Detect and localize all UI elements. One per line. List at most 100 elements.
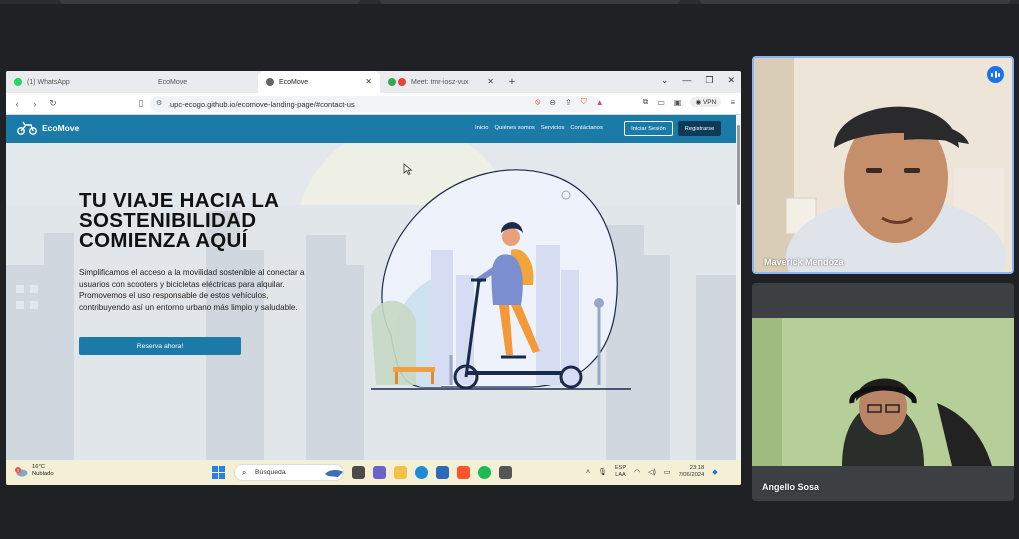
url-text: upc-ecogo.github.io/ecomove-landing-page… <box>170 99 355 109</box>
bookmark-icon[interactable]: ▯ <box>132 98 150 109</box>
participant-name: Angello Sosa <box>762 482 820 492</box>
ecomove-page: EcoMove Inicio Quiénes somos Servicios C… <box>6 115 736 460</box>
battery-icon[interactable]: ▭ <box>664 468 671 476</box>
speaking-indicator-icon <box>987 66 1004 83</box>
site-settings-icon[interactable]: ⚙ <box>156 99 162 107</box>
volume-icon[interactable]: ◁) <box>648 468 656 476</box>
search-icon: ⌕ <box>242 468 247 477</box>
window-controls: ⌄ — ❐ ✕ <box>661 75 735 86</box>
vpn-label: VPN <box>702 99 717 106</box>
lang-layout: LAA <box>615 472 626 478</box>
share-icon[interactable]: ⇪ <box>565 98 572 107</box>
blocked-icon[interactable]: ⦸ <box>535 97 540 107</box>
wallet-icon[interactable]: ▣ <box>674 98 682 107</box>
weather-widget[interactable]: 1 16°C Nublado <box>14 464 54 478</box>
participant-video <box>754 58 1012 272</box>
chevron-up-icon[interactable]: ˄ <box>586 469 590 476</box>
participant-video <box>752 283 1014 501</box>
filmstrip-tile[interactable] <box>380 0 680 4</box>
clock-time: 23:18 <box>689 465 705 471</box>
mouse-cursor-icon <box>403 163 413 175</box>
new-tab-button[interactable]: + <box>502 76 522 88</box>
search-placeholder: Búsqueda <box>255 469 286 476</box>
microphone-icon[interactable]: 🎙 <box>598 468 607 476</box>
scooter-logo-icon <box>17 121 37 135</box>
participant-tile-angello[interactable]: Angello Sosa <box>752 283 1014 501</box>
close-window-icon[interactable]: ✕ <box>727 75 735 86</box>
taskbar-clock[interactable]: 23:18 7/06/2024 <box>678 465 704 479</box>
taskbar-apps <box>352 466 512 479</box>
file-explorer-icon[interactable] <box>394 466 407 479</box>
store-icon[interactable] <box>436 466 449 479</box>
filmstrip-tile[interactable] <box>60 0 360 4</box>
edge-browser-icon[interactable] <box>415 466 428 479</box>
recording-icon <box>398 78 406 86</box>
hero-description: Simplificamos el acceso a la movilidad s… <box>79 268 305 312</box>
url-field[interactable]: ⚙ upc-ecogo.github.io/ecomove-landing-pa… <box>150 96 600 112</box>
system-tray: ˄ 🎙 ESP LAA ◠ ◁) ▭ 23:18 7/06/2024 ◆ <box>586 465 718 479</box>
nav-link-servicios[interactable]: Servicios <box>541 125 565 131</box>
reload-icon[interactable]: ↻ <box>44 98 62 109</box>
language-indicator[interactable]: ESP LAA <box>615 465 626 479</box>
close-tab-icon[interactable]: ✕ <box>487 77 494 86</box>
clock-date: 7/06/2024 <box>678 472 705 478</box>
back-icon[interactable]: ‹ <box>8 99 26 109</box>
notifications-icon[interactable]: ◆ <box>712 468 717 476</box>
vpn-button[interactable]: ◉ VPN <box>690 97 722 107</box>
tab-ecomove-active[interactable]: EcoMove ✕ <box>258 71 380 93</box>
shared-screen: (1) WhatsApp EcoMove EcoMove ✕ Meet: tmr… <box>6 71 741 485</box>
forward-icon[interactable]: › <box>26 99 44 109</box>
tab-label: EcoMove <box>158 78 188 86</box>
tab-label: (1) WhatsApp <box>27 78 70 86</box>
restore-icon[interactable]: ❐ <box>705 75 713 86</box>
weather-desc: Nublado <box>32 471 54 477</box>
site-nav-links: Inicio Quiénes somos Servicios Contáctan… <box>475 125 603 131</box>
whatsapp-icon <box>14 78 22 86</box>
tab-ecomove-1[interactable]: EcoMove <box>128 71 250 93</box>
hero-title: TU VIAJE HACIA LA SOSTENIBILIDAD COMIENZ… <box>79 189 279 252</box>
meet-icon <box>388 78 396 86</box>
close-tab-icon[interactable]: ✕ <box>365 77 372 86</box>
chat-app-icon[interactable] <box>373 466 386 479</box>
tab-whatsapp[interactable]: (1) WhatsApp <box>6 71 128 93</box>
brand-name: EcoMove <box>42 123 80 133</box>
participant-tile-maverick[interactable]: Maverick Mendoza <box>752 56 1014 274</box>
page-scrollbar[interactable] <box>736 115 741 460</box>
task-view-icon[interactable] <box>352 466 365 479</box>
scooter-rider-illustration <box>371 169 631 390</box>
tab-label: EcoMove <box>279 78 309 86</box>
brave-shield-icon[interactable]: ⛉ <box>581 97 587 107</box>
zoom-icon[interactable]: ⊖ <box>549 98 556 107</box>
sidebar-icon[interactable]: ▭ <box>657 98 665 107</box>
ecomove-logo[interactable]: EcoMove <box>16 121 79 135</box>
participant-name: Maverick Mendoza <box>764 257 844 267</box>
chevron-down-icon[interactable]: ⌄ <box>661 75 669 86</box>
scrollbar-thumb[interactable] <box>737 125 740 205</box>
brave-browser-icon[interactable] <box>457 466 470 479</box>
minimize-icon[interactable]: — <box>682 75 691 86</box>
reserve-button[interactable]: Reserva ahora! <box>79 337 241 355</box>
spotify-icon[interactable] <box>478 466 491 479</box>
menu-icon[interactable]: ≡ <box>730 98 735 107</box>
windows-start-icon[interactable] <box>212 466 225 479</box>
taskbar-search[interactable]: ⌕ Búsqueda <box>234 464 344 481</box>
meet-stage: (1) WhatsApp EcoMove EcoMove ✕ Meet: tmr… <box>0 0 1019 539</box>
globe-icon <box>266 78 274 86</box>
extensions-icon[interactable]: ⧉ <box>643 97 649 107</box>
filmstrip-tile[interactable] <box>700 0 1010 4</box>
windows-taskbar: 1 16°C Nublado ⌕ Búsqueda ˄ 🎙 ESP LAA ◠ … <box>6 460 741 485</box>
wifi-icon[interactable]: ◠ <box>634 468 640 476</box>
browser-tabstrip: (1) WhatsApp EcoMove EcoMove ✕ Meet: tmr… <box>6 71 741 93</box>
register-button[interactable]: Registrarse <box>678 121 721 136</box>
nav-link-quienes-somos[interactable]: Quiénes somos <box>495 125 535 131</box>
lang-code: ESP <box>614 465 626 471</box>
tab-meet[interactable]: Meet: tmr-iosz-vux ✕ <box>380 71 502 93</box>
login-button[interactable]: Iniciar Sesión <box>624 121 673 136</box>
brave-rewards-icon[interactable]: ▲ <box>596 98 604 107</box>
top-filmstrip-edge <box>0 0 1019 4</box>
nav-link-contactanos[interactable]: Contáctanos <box>570 125 603 131</box>
nav-link-inicio[interactable]: Inicio <box>475 125 489 131</box>
tab-label: Meet: tmr-iosz-vux <box>411 78 469 86</box>
address-bar-row: ‹ › ↻ ▯ ⚙ upc-ecogo.github.io/ecomove-la… <box>6 93 741 115</box>
calculator-icon[interactable] <box>499 466 512 479</box>
